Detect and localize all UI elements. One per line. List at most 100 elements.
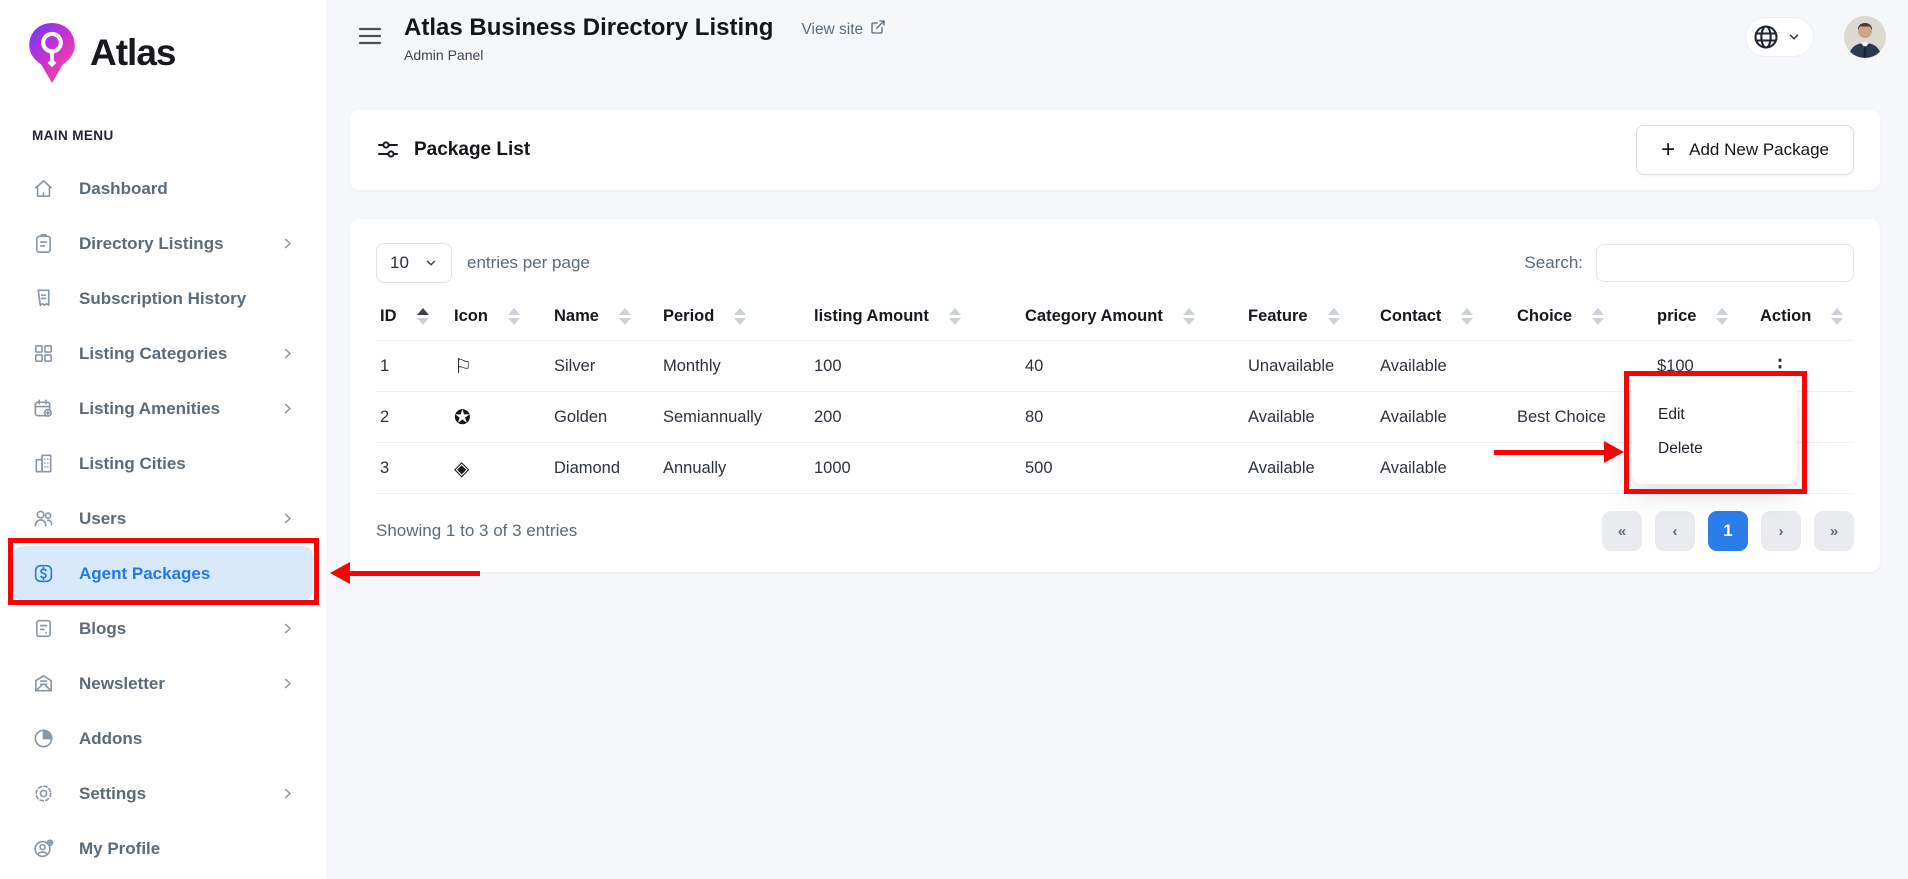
column-header-name[interactable]: Name <box>550 295 659 341</box>
language-selector[interactable] <box>1745 17 1814 57</box>
sidebar-item-listing-cities[interactable]: Listing Cities <box>13 436 313 491</box>
sidebar-item-directory-listings[interactable]: Directory Listings <box>13 216 313 271</box>
table-footer: Showing 1 to 3 of 3 entries «‹1›» <box>376 511 1854 551</box>
receipt-icon <box>31 287 55 310</box>
sidebar-item-label: Subscription History <box>79 289 246 309</box>
sort-arrows-icon[interactable] <box>1831 308 1843 325</box>
sort-arrows-icon[interactable] <box>1328 308 1340 325</box>
entries-per-page-select[interactable]: 10 <box>376 243 452 283</box>
last-page-button[interactable]: » <box>1814 511 1854 551</box>
row-icon: ✪ <box>450 392 550 443</box>
next-page-button[interactable]: › <box>1761 511 1801 551</box>
row-name: Diamond <box>550 443 659 494</box>
globe-icon <box>1752 23 1780 51</box>
chevron-right-icon <box>280 401 295 416</box>
sidebar-item-my-profile[interactable]: My Profile <box>13 821 313 876</box>
gear-icon <box>31 782 55 805</box>
column-label: Icon <box>454 307 488 326</box>
hamburger-menu-icon[interactable] <box>358 26 382 46</box>
sort-arrows-icon[interactable] <box>1461 308 1473 325</box>
sidebar-item-settings[interactable]: Settings <box>13 766 313 821</box>
row-listing-amount: 100 <box>810 341 1021 392</box>
row-feature: Unavailable <box>1244 341 1376 392</box>
column-label: price <box>1657 307 1696 326</box>
sidebar-item-subscription-history[interactable]: Subscription History <box>13 271 313 326</box>
search-label: Search: <box>1524 253 1583 273</box>
pie-icon <box>31 727 55 750</box>
sidebar-item-label: Newsletter <box>79 674 165 694</box>
user-avatar[interactable] <box>1844 16 1886 58</box>
page-subtitle: Admin Panel <box>404 47 773 63</box>
row-id: 1 <box>376 341 450 392</box>
column-header-choice[interactable]: Choice <box>1513 295 1653 341</box>
page-1-button[interactable]: 1 <box>1708 511 1748 551</box>
row-icon: ◈ <box>450 443 550 494</box>
title-block: Atlas Business Directory Listing Admin P… <box>404 14 773 63</box>
sort-arrows-icon[interactable] <box>508 308 520 325</box>
sort-arrows-icon[interactable] <box>1592 308 1604 325</box>
column-header-price[interactable]: price <box>1653 295 1756 341</box>
column-label: Category Amount <box>1025 307 1163 326</box>
column-header-action[interactable]: Action <box>1756 295 1854 341</box>
row-id: 2 <box>376 392 450 443</box>
annotation-arrowhead-left <box>330 562 350 584</box>
sidebar-section-label: MAIN MENU <box>32 128 326 143</box>
sidebar-item-dashboard[interactable]: Dashboard <box>13 161 313 216</box>
sort-arrows-icon[interactable] <box>734 308 746 325</box>
column-header-listing-amount[interactable]: listing Amount <box>810 295 1021 341</box>
sidebar-menu: Dashboard Directory Listings Subscription … <box>0 161 326 876</box>
sidebar-item-addons[interactable]: Addons <box>13 711 313 766</box>
sort-arrows-icon[interactable] <box>949 308 961 325</box>
row-period: Semiannually <box>659 392 810 443</box>
row-feature: Available <box>1244 443 1376 494</box>
sidebar-item-label: Blogs <box>79 619 126 639</box>
row-icon: ⚐ <box>450 341 550 392</box>
row-contact: Available <box>1376 392 1513 443</box>
search-input[interactable] <box>1596 244 1854 282</box>
column-label: Feature <box>1248 307 1308 326</box>
sort-arrows-icon[interactable] <box>1183 308 1195 325</box>
sort-arrows-icon[interactable] <box>417 308 429 325</box>
first-page-button[interactable]: « <box>1602 511 1642 551</box>
annotation-box-action-menu <box>1624 371 1807 494</box>
add-new-package-button[interactable]: + Add New Package <box>1636 125 1854 175</box>
sidebar-item-label: My Profile <box>79 839 160 859</box>
column-label: Contact <box>1380 307 1441 326</box>
flag-package-icon: ⚐ <box>454 356 472 378</box>
chevron-right-icon <box>280 786 295 801</box>
column-header-id[interactable]: ID <box>376 295 450 341</box>
column-label: Period <box>663 307 714 326</box>
sidebar-item-listing-categories[interactable]: Listing Categories <box>13 326 313 381</box>
sidebar-item-label: Listing Cities <box>79 454 186 474</box>
row-listing-amount: 200 <box>810 392 1021 443</box>
row-category-amount: 500 <box>1021 443 1244 494</box>
blog-icon <box>31 617 55 640</box>
calendar-plus-icon <box>31 397 55 420</box>
prev-page-button[interactable]: ‹ <box>1655 511 1695 551</box>
pagination: « ‹ 1 › » <box>1602 511 1854 551</box>
column-header-feature[interactable]: Feature <box>1244 295 1376 341</box>
row-contact: Available <box>1376 443 1513 494</box>
column-label: ID <box>380 307 397 326</box>
chevron-right-icon <box>280 511 295 526</box>
column-label: listing Amount <box>814 307 929 326</box>
column-header-icon[interactable]: Icon <box>450 295 550 341</box>
sort-arrows-icon[interactable] <box>1716 308 1728 325</box>
sidebar-item-label: Dashboard <box>79 179 168 199</box>
entries-per-page-label: entries per page <box>467 253 590 273</box>
view-site-link[interactable]: View site <box>801 19 886 40</box>
row-category-amount: 40 <box>1021 341 1244 392</box>
sidebar-item-newsletter[interactable]: Newsletter <box>13 656 313 711</box>
column-header-contact[interactable]: Contact <box>1376 295 1513 341</box>
column-header-period[interactable]: Period <box>659 295 810 341</box>
column-label: Choice <box>1517 307 1572 326</box>
brand-name: Atlas <box>90 32 175 74</box>
brand-logo[interactable]: Atlas <box>0 0 326 92</box>
plus-icon: + <box>1661 138 1675 162</box>
column-header-category-amount[interactable]: Category Amount <box>1021 295 1244 341</box>
sidebar-item-blogs[interactable]: Blogs <box>13 601 313 656</box>
sidebar-item-label: Directory Listings <box>79 234 224 254</box>
sort-arrows-icon[interactable] <box>619 308 631 325</box>
sidebar-item-listing-amenities[interactable]: Listing Amenities <box>13 381 313 436</box>
column-label: Name <box>554 307 599 326</box>
